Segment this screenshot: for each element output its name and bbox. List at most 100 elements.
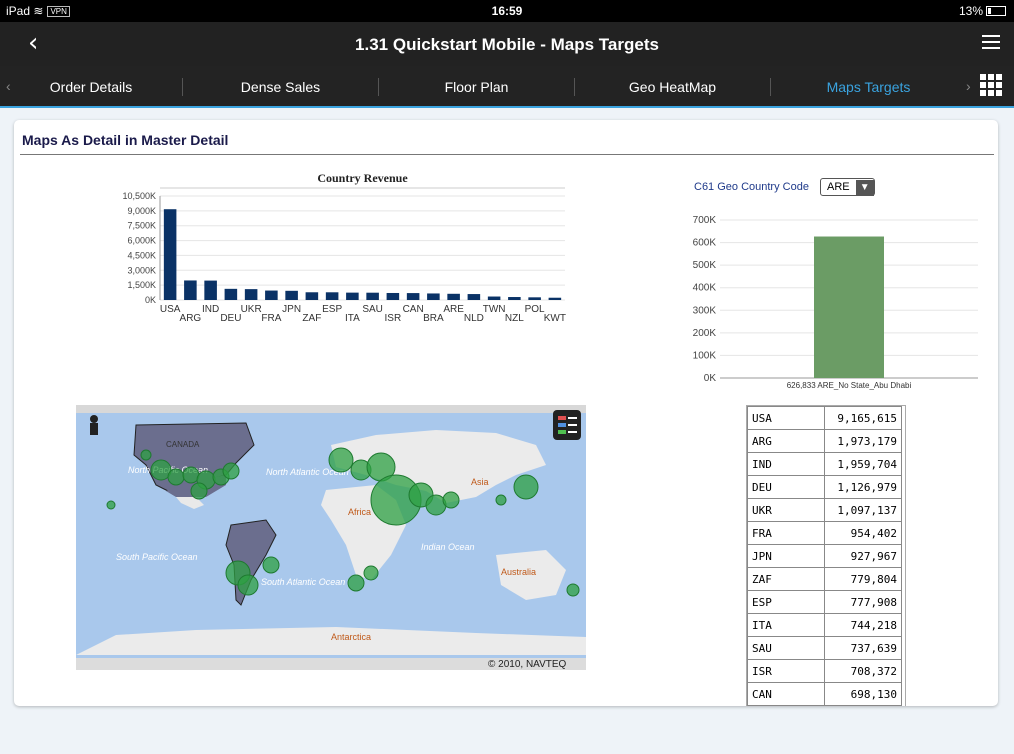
bar-are[interactable]	[447, 293, 460, 300]
chevron-right-icon[interactable]: ›	[966, 78, 971, 94]
revenue-cell: 698,130	[824, 682, 902, 706]
revenue-cell: 927,967	[824, 544, 902, 568]
table-row[interactable]: ARG 1,973,179	[747, 429, 902, 453]
y-tick-label: 100K	[693, 350, 717, 361]
revenue-cell: 1,959,704	[824, 452, 902, 476]
revenue-cell: 708,372	[824, 659, 902, 683]
country-cell: SAU	[747, 636, 825, 660]
table-row[interactable]: SAU 737,639	[747, 636, 902, 660]
table-row[interactable]: ISR 708,372	[747, 659, 902, 683]
tab-floor-plan[interactable]: Floor Plan	[379, 66, 574, 108]
y-tick-label: 1,500K	[127, 280, 156, 290]
table-row[interactable]: CAN 698,130	[747, 682, 902, 706]
page-title: 1.31 Quickstart Mobile - Maps Targets	[355, 35, 659, 54]
revenue-cell: 9,165,615	[824, 406, 902, 430]
world-map[interactable]: CANADA North Pacific Ocean North Atlanti…	[76, 405, 586, 670]
status-bar: iPad ≋ VPN 16:59 13%	[0, 0, 1014, 22]
x-tick-label: ISR	[385, 313, 402, 324]
table-row[interactable]: ITA 744,218	[747, 613, 902, 637]
x-tick-label: UKR	[241, 304, 262, 315]
x-tick-label: 626,833 ARE_No State_Abu Dhabi	[787, 381, 912, 390]
bar-ukr[interactable]	[244, 289, 258, 300]
bar-fra[interactable]	[265, 290, 278, 300]
x-tick-label: IND	[202, 304, 219, 315]
y-tick-label: 4,500K	[127, 250, 156, 260]
tab-dense-sales[interactable]: Dense Sales	[183, 66, 378, 108]
y-tick-label: 700K	[693, 215, 717, 226]
x-tick-label: ARG	[180, 313, 202, 324]
bar-arg[interactable]	[184, 280, 197, 300]
y-tick-label: 600K	[693, 238, 717, 249]
country-cell: ARG	[747, 429, 825, 453]
revenue-cell: 777,908	[824, 590, 902, 614]
title-bar: ‹ 1.31 Quickstart Mobile - Maps Targets	[0, 22, 1014, 66]
street-view-icon[interactable]	[90, 415, 98, 423]
y-tick-label: 400K	[693, 283, 717, 294]
battery-label: 13%	[958, 4, 983, 18]
bar-bra[interactable]	[427, 293, 440, 300]
x-tick-label: KWT	[544, 313, 566, 324]
y-tick-label: 3,000K	[127, 265, 156, 275]
table-row[interactable]: DEU 1,126,979	[747, 475, 902, 499]
bar-sau[interactable]	[366, 292, 379, 300]
detail-revenue-chart: 0K 100K 200K 300K 400K 500K 600K 700K 626,833 AR…	[693, 215, 978, 390]
bar-isr[interactable]	[386, 292, 400, 300]
map-label-antarctica: Antarctica	[331, 632, 371, 642]
x-tick-label: USA	[160, 304, 181, 315]
bar-nzl[interactable]	[508, 297, 521, 300]
bar-zaf[interactable]	[305, 292, 319, 300]
bar-deu[interactable]	[224, 288, 238, 300]
bar-ita[interactable]	[346, 292, 359, 300]
x-tick-label: DEU	[220, 313, 241, 324]
bar-are[interactable]	[814, 236, 884, 378]
country-cell: CAN	[747, 682, 825, 706]
map-label-asia: Asia	[471, 477, 489, 487]
battery-icon	[986, 6, 1006, 16]
bar-ind[interactable]	[204, 280, 217, 300]
list-menu-icon[interactable]	[982, 35, 1000, 53]
country-cell: JPN	[747, 544, 825, 568]
map-label-south-atlantic: South Atlantic Ocean	[261, 577, 345, 587]
bar-esp[interactable]	[325, 292, 339, 300]
bar-usa[interactable]	[163, 209, 177, 300]
x-tick-label: BRA	[423, 313, 444, 324]
country-cell: ITA	[747, 613, 825, 637]
bar-can[interactable]	[406, 293, 420, 300]
y-tick-label: 300K	[693, 305, 717, 316]
revenue-cell: 954,402	[824, 521, 902, 545]
clock: 16:59	[491, 4, 523, 18]
revenue-cell: 1,126,979	[824, 475, 902, 499]
table-row[interactable]: USA 9,165,615	[747, 406, 902, 430]
revenue-cell: 737,639	[824, 636, 902, 660]
country-cell: ZAF	[747, 567, 825, 591]
table-row[interactable]: UKR 1,097,137	[747, 498, 902, 522]
table-row[interactable]: JPN 927,967	[747, 544, 902, 568]
bar-twn[interactable]	[487, 296, 501, 300]
table-row[interactable]: ESP 777,908	[747, 590, 902, 614]
revenue-table: USA 9,165,615 ARG 1,973,179 IND 1,959,704 DEU 1…	[746, 405, 906, 706]
y-tick-label: 200K	[693, 328, 717, 339]
y-tick-label: 10,500K	[122, 191, 156, 201]
y-tick-label: 6,000K	[127, 236, 156, 246]
country-cell: FRA	[747, 521, 825, 545]
map-label-indian: Indian Ocean	[421, 542, 475, 552]
y-tick-label: 0K	[145, 295, 156, 305]
master-detail-card: Maps As Detail in Master Detail Country …	[14, 120, 998, 706]
tab-geo-heatmap[interactable]: Geo HeatMap	[575, 66, 770, 108]
map-label-australia: Australia	[501, 567, 536, 577]
apps-grid-icon[interactable]	[980, 74, 1002, 96]
bar-kwt[interactable]	[548, 297, 562, 300]
map-label-canada: CANADA	[166, 440, 200, 449]
tab-order-details[interactable]: Order Details	[0, 66, 182, 108]
tab-maps-targets[interactable]: Maps Targets	[771, 66, 966, 108]
table-row[interactable]: ZAF 779,804	[747, 567, 902, 591]
bar-jpn[interactable]	[285, 290, 298, 300]
x-tick-label: POL	[525, 304, 545, 315]
bar-pol[interactable]	[528, 297, 541, 300]
table-row[interactable]: FRA 954,402	[747, 521, 902, 545]
country-cell: DEU	[747, 475, 825, 499]
country-cell: IND	[747, 452, 825, 476]
bar-nld[interactable]	[467, 294, 481, 300]
table-row[interactable]: IND 1,959,704	[747, 452, 902, 476]
x-tick-label: ZAF	[302, 313, 321, 324]
